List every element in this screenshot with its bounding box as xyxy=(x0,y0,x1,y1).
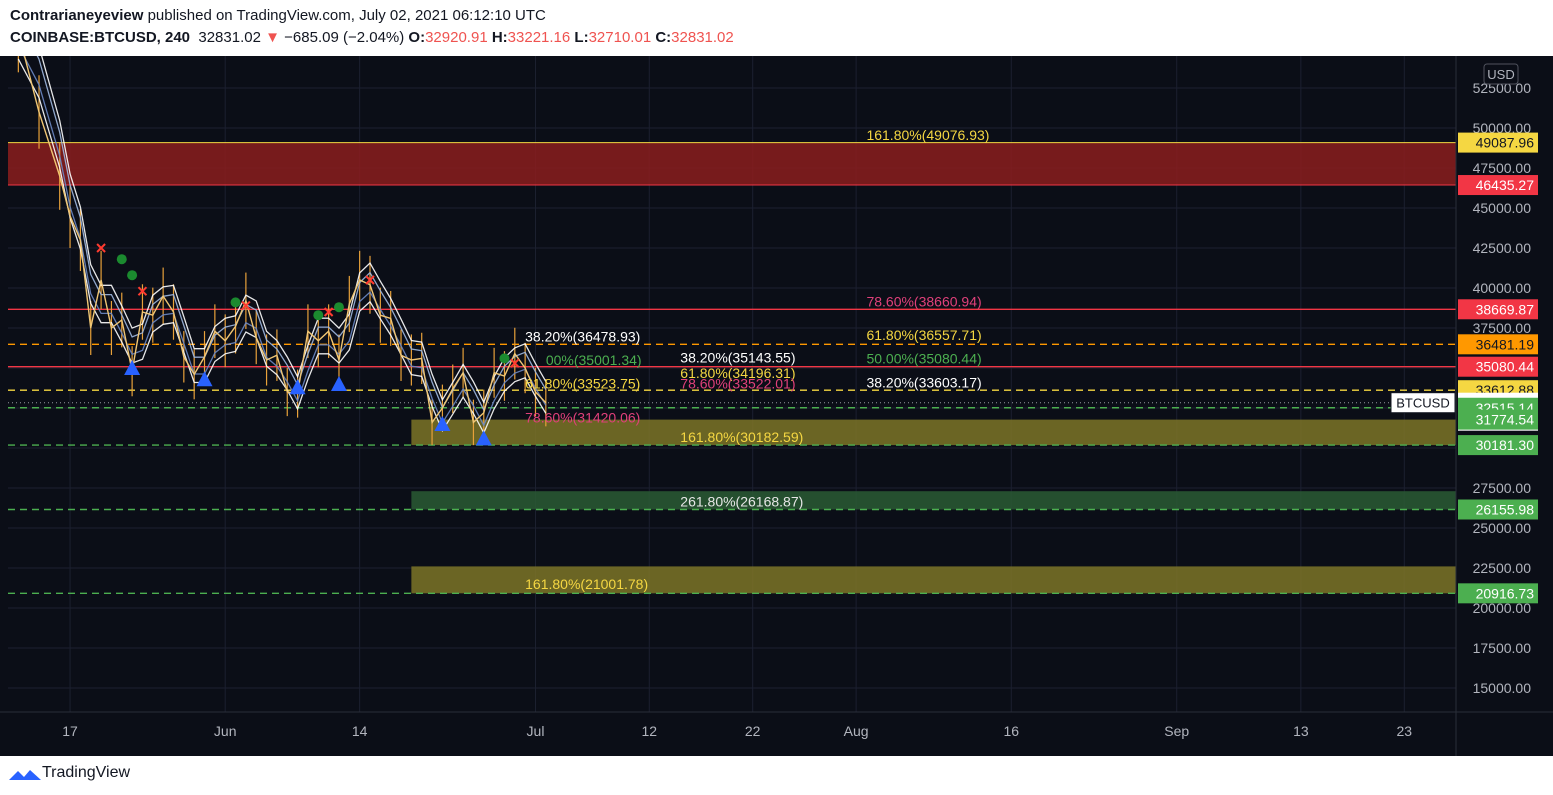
price-tag-label: 30181.30 xyxy=(1476,437,1535,453)
signal-dot-icon xyxy=(499,353,510,364)
fib-level-label: 78.60%(33522.01) xyxy=(680,376,795,392)
change-value: −685.09 (−2.04%) xyxy=(284,29,405,46)
price-tag-label: 38669.87 xyxy=(1476,301,1535,317)
x-tick-label: 16 xyxy=(1003,723,1019,739)
target-zone xyxy=(411,491,1456,510)
y-tick-label: 47500.00 xyxy=(1473,160,1532,176)
target-zone xyxy=(8,142,1456,186)
last-price: 32831.02 xyxy=(198,29,261,46)
tradingview-logo-icon[interactable] xyxy=(8,765,42,785)
x-tick-label: 14 xyxy=(352,723,368,739)
published-text: published on TradingView.com, July 02, 2… xyxy=(147,7,546,24)
publish-info: Contrarianeyeview published on TradingVi… xyxy=(10,7,546,24)
fib-level-label: 261.80%(26168.87) xyxy=(680,493,803,509)
price-tag-label: 35080.44 xyxy=(1476,359,1535,375)
y-tick-label: 40000.00 xyxy=(1473,280,1532,296)
x-tick-label: 23 xyxy=(1396,723,1412,739)
y-tick-label: 45000.00 xyxy=(1473,200,1532,216)
open-label: O: xyxy=(408,29,426,46)
price-tag-label: 31774.54 xyxy=(1476,412,1535,428)
x-tick-label: 12 xyxy=(641,723,657,739)
close-label: C: xyxy=(655,29,672,46)
author-name[interactable]: Contrarianeyeview xyxy=(10,7,143,24)
footer: TradingView xyxy=(0,756,1553,795)
y-tick-label: 15000.00 xyxy=(1473,680,1532,696)
price-chart[interactable]: 161.80%(49076.93) 78.60%(38660.94) 61.80%(… xyxy=(0,56,1553,756)
price-tag-label: 46435.27 xyxy=(1476,177,1535,193)
fib-level-label: 61.80%(36557.71) xyxy=(866,327,981,343)
y-tick-label: 27500.00 xyxy=(1473,480,1532,496)
currency-label: USD xyxy=(1487,67,1514,82)
signal-dot-icon xyxy=(127,270,138,281)
x-tick-label: 17 xyxy=(62,723,78,739)
low-value: 32710.01 xyxy=(588,29,652,46)
x-tick-label: Jun xyxy=(214,723,237,739)
open-value: 32920.91 xyxy=(425,29,488,46)
fib-level-label: 161.80%(30182.59) xyxy=(680,429,803,445)
fib-level-label: 78.60%(38660.94) xyxy=(866,293,981,309)
y-tick-label: 17500.00 xyxy=(1473,640,1532,656)
publish-header: Contrarianeyeview published on TradingVi… xyxy=(0,0,1553,56)
y-tick-label: 42500.00 xyxy=(1473,240,1532,256)
signal-dot-icon xyxy=(116,254,127,265)
close-value: 32831.02 xyxy=(671,29,734,46)
low-label: L: xyxy=(574,29,589,46)
x-tick-label: 13 xyxy=(1293,723,1309,739)
y-tick-label: 52500.00 xyxy=(1473,80,1532,96)
fib-level-label: 38.20%(36478.93) xyxy=(525,328,640,344)
fib-level-label: 161.80%(21001.78) xyxy=(525,576,648,592)
fib-level-label: 50.00%(35080.44) xyxy=(866,351,981,367)
price-tag-label: 26155.98 xyxy=(1476,502,1535,518)
x-tick-label: Aug xyxy=(844,723,869,739)
ohlc-legend: COINBASE:BTCUSD, 240 32831.02 ▼ −685.09 … xyxy=(10,29,734,46)
symbol-label[interactable]: COINBASE:BTCUSD, 240 xyxy=(10,29,190,46)
fib-level-label: 161.80%(49076.93) xyxy=(866,127,989,143)
chart-area[interactable]: 161.80%(49076.93) 78.60%(38660.94) 61.80%(… xyxy=(0,56,1553,756)
signal-dot-icon xyxy=(230,297,241,308)
high-value: 33221.16 xyxy=(507,29,571,46)
fib-level-label: 78.60%(31420.06) xyxy=(525,409,640,425)
high-label: H: xyxy=(491,29,508,46)
y-tick-label: 22500.00 xyxy=(1473,560,1532,576)
price-tag-label: 36481.19 xyxy=(1476,336,1535,352)
fib-level-label: 61.80%(33523.75) xyxy=(525,376,640,392)
y-tick-label: 37500.00 xyxy=(1473,320,1532,336)
down-triangle-icon: ▼ xyxy=(265,29,280,46)
fib-level-label: 38.20%(33603.17) xyxy=(866,374,981,390)
x-tick-label: Jul xyxy=(527,723,545,739)
y-tick-label: 25000.00 xyxy=(1473,520,1532,536)
signal-dot-icon xyxy=(333,302,344,313)
x-tick-label: 22 xyxy=(745,723,761,739)
symbol-tag-label: BTCUSD xyxy=(1396,396,1449,411)
fib-level-label: 38.20%(35143.55) xyxy=(680,350,795,366)
price-tag-label: 20916.73 xyxy=(1476,585,1535,601)
x-tick-label: Sep xyxy=(1164,723,1189,739)
signal-dot-icon xyxy=(313,310,324,321)
price-tag-label: 49087.96 xyxy=(1476,135,1535,151)
tradingview-brand[interactable]: TradingView xyxy=(42,764,130,782)
fib-level-label: 00%(35001.34) xyxy=(546,352,642,368)
